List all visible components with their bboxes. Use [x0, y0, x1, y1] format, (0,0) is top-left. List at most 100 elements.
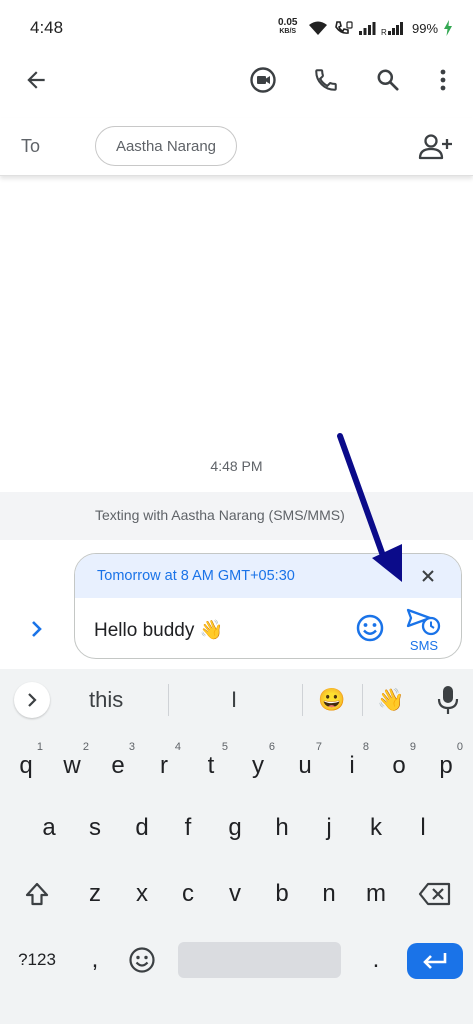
key-letter: o [392, 752, 406, 779]
key-y[interactable]: y6 [237, 741, 279, 791]
key-number-hint: 1 [36, 741, 43, 753]
suggestion-strip: this I 😀 👋 [0, 669, 473, 731]
status-time: 4:48 [30, 18, 64, 37]
key-x[interactable]: x [121, 869, 163, 919]
suggestion-emoji-2[interactable]: 👋 [377, 687, 404, 713]
key-s[interactable]: s [74, 803, 116, 853]
network-speed: 0.05 KB/S [278, 18, 297, 36]
key-number-hint: 0 [456, 741, 463, 753]
key-q[interactable]: q1 [5, 741, 47, 791]
scheduled-send-time[interactable]: Tomorrow at 8 AM GMT+05:30 [97, 568, 295, 584]
to-label: To [21, 136, 41, 156]
key-letter: e [111, 752, 125, 779]
recipient-bar: To Aastha Narang [0, 118, 473, 176]
key-t[interactable]: t5 [190, 741, 232, 791]
key-u[interactable]: u7 [284, 741, 326, 791]
microphone-icon[interactable] [436, 685, 460, 715]
key-number-hint: 2 [82, 741, 89, 753]
emoji-button[interactable] [354, 612, 386, 644]
suggestion-divider [302, 684, 303, 716]
shift-key[interactable] [16, 869, 58, 919]
key-z[interactable]: z [74, 869, 116, 919]
key-number-hint: 8 [362, 741, 369, 753]
more-vert-icon [440, 69, 446, 91]
scheduled-send-icon [406, 608, 441, 636]
key-a[interactable]: a [28, 803, 70, 853]
add-person-icon [418, 134, 452, 160]
enter-icon [423, 953, 447, 969]
key-letter: i [349, 752, 355, 779]
enter-key[interactable] [407, 943, 463, 979]
back-arrow-icon [27, 71, 45, 89]
backspace-key[interactable] [414, 869, 456, 919]
video-call-button[interactable] [239, 56, 287, 104]
add-recipient-button[interactable] [416, 130, 456, 164]
key-e[interactable]: e3 [97, 741, 139, 791]
back-button[interactable] [12, 56, 60, 104]
key-n[interactable]: n [308, 869, 350, 919]
roaming-signal-icon: R [381, 22, 403, 36]
key-letter: p [439, 752, 453, 779]
key-k[interactable]: k [355, 803, 397, 853]
video-call-icon [250, 67, 276, 93]
key-j[interactable]: j [308, 803, 350, 853]
keyboard-menu-button[interactable] [14, 682, 50, 718]
key-h[interactable]: h [261, 803, 303, 853]
key-v[interactable]: v [214, 869, 256, 919]
key-c[interactable]: c [167, 869, 209, 919]
suggestion-divider [362, 684, 363, 716]
emoji-icon [356, 614, 384, 642]
charging-icon [444, 20, 453, 36]
close-icon [422, 570, 434, 582]
key-l[interactable]: l [402, 803, 444, 853]
suggestion-1[interactable]: this [89, 687, 123, 713]
wifi-icon [309, 21, 327, 35]
key-i[interactable]: i8 [331, 741, 373, 791]
key-r[interactable]: r4 [143, 741, 185, 791]
volte-call-icon [335, 21, 353, 34]
symbols-key[interactable]: ?123 [10, 935, 64, 985]
key-f[interactable]: f [167, 803, 209, 853]
search-button[interactable] [364, 56, 412, 104]
scheduled-send-button[interactable]: SMS [402, 604, 446, 656]
suggestion-divider [168, 684, 169, 716]
key-b[interactable]: b [261, 869, 303, 919]
suggestion-emoji-1[interactable]: 😀 [318, 687, 345, 713]
suggestion-2[interactable]: I [231, 687, 237, 713]
onscreen-keyboard: this I 😀 👋 q1 w2 e3 r4 t5 y6 u7 i8 o9 p0… [0, 669, 473, 1024]
key-number-hint: 3 [128, 741, 135, 753]
expand-options-button[interactable] [22, 614, 52, 644]
key-w[interactable]: w2 [51, 741, 93, 791]
comma-key[interactable]: , [74, 935, 116, 985]
battery-percent: 99% [412, 20, 439, 36]
send-type-label: SMS [409, 638, 439, 653]
key-d[interactable]: d [121, 803, 163, 853]
key-letter: r [160, 752, 168, 779]
phone-call-button[interactable] [302, 56, 350, 104]
key-m[interactable]: m [355, 869, 397, 919]
chevron-right-icon [32, 621, 42, 637]
key-number-hint: 6 [268, 741, 275, 753]
key-p[interactable]: p0 [425, 741, 467, 791]
phone-icon [315, 69, 337, 91]
recipient-chip[interactable]: Aastha Narang [95, 126, 237, 166]
message-input[interactable]: Hello buddy 👋 [94, 618, 223, 642]
svg-text:R: R [381, 28, 387, 36]
status-icons: R 99% [308, 17, 453, 39]
key-number-hint: 7 [315, 741, 322, 753]
key-letter: u [298, 752, 312, 779]
space-bar[interactable] [178, 942, 341, 978]
annotation-arrow [337, 433, 402, 582]
key-number-hint: 4 [174, 741, 181, 753]
signal-icon [359, 22, 376, 35]
period-key[interactable]: . [355, 935, 397, 985]
cancel-schedule-button[interactable] [415, 563, 441, 589]
emoji-key[interactable] [121, 935, 163, 985]
key-letter: y [252, 752, 264, 779]
status-bar: 4:48 0.05 KB/S R 99% [0, 0, 473, 56]
more-options-button[interactable] [419, 56, 467, 104]
key-g[interactable]: g [214, 803, 256, 853]
chevron-right-icon [28, 693, 37, 707]
system-nav-bar [0, 1004, 473, 1024]
key-o[interactable]: o9 [378, 741, 420, 791]
